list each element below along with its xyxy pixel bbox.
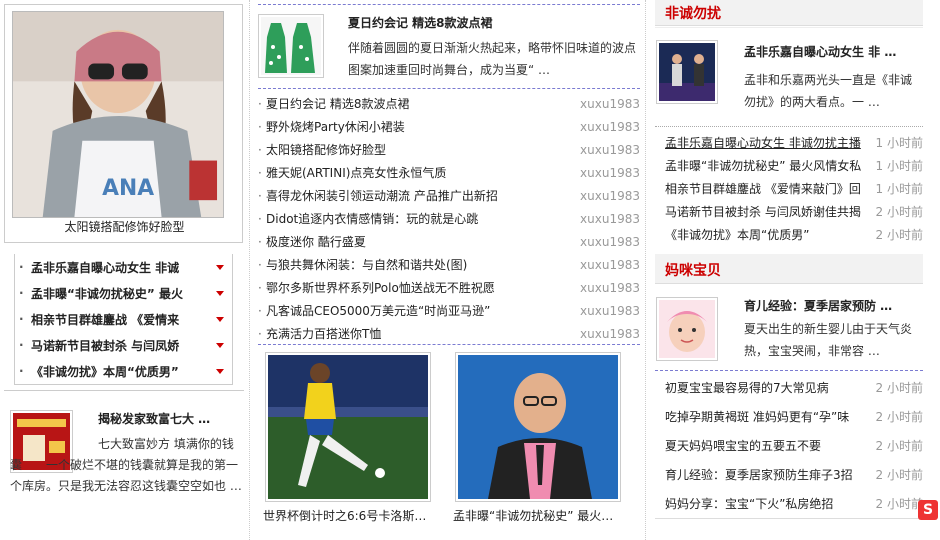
- list-item[interactable]: · 太阳镜搭配修饰好脸型 xuxu1983: [258, 138, 640, 161]
- article-summary: 伴随着圆圆的夏日渐渐火热起来，略带怀旧味道的波点图案加速重回时尚舞台，成为当夏“…: [348, 41, 637, 77]
- feature-caption[interactable]: 太阳镜搭配修饰好脸型: [5, 218, 244, 235]
- photo-football[interactable]: [265, 352, 431, 502]
- list-item[interactable]: 相亲节目群雄鏖战 《爱情来敲门》回 1 小时前: [655, 177, 923, 200]
- list-item[interactable]: · Didot追逐内衣情感情销：玩的就是心跳 xuxu1983: [258, 207, 640, 230]
- column-separator: [249, 0, 250, 540]
- list-item[interactable]: 孟非曝“非诚勿扰秘史” 最火风情女私 1 小时前: [655, 154, 923, 177]
- list-item[interactable]: · 鄂尔多斯世界杯系列Polo恤送战无不胜祝愿 xuxu1983: [258, 276, 640, 299]
- list-item[interactable]: · 喜得龙休闲装引领运动潮流 产品推广出新招 xuxu1983: [258, 184, 640, 207]
- list-item[interactable]: 妈妈分享：宝宝“下火”私房绝招 2 小时前: [655, 489, 923, 518]
- list-item[interactable]: · 马诺新节目被封杀 与闫凤娇: [15, 332, 232, 358]
- section-title[interactable]: 妈咪宝贝: [665, 260, 721, 280]
- section-title[interactable]: 非诚勿扰: [665, 3, 721, 23]
- dropdown-arrow-icon[interactable]: [216, 342, 224, 348]
- article-summary: 七大致富妙方 填满你的钱囊 一个破烂不堪的钱囊就算是我的第一个库房。只是我无法容…: [10, 437, 242, 493]
- list-item[interactable]: 马诺新节目被封杀 与闫凤娇谢佳共揭 2 小时前: [655, 200, 923, 223]
- list-item[interactable]: · 相亲节目群雄鏖战 《爱情来: [15, 306, 232, 332]
- section-header-feicheng: 非诚勿扰: [655, 0, 923, 26]
- divider: [4, 390, 244, 391]
- feature-photo-sunglasses[interactable]: ANA: [12, 11, 224, 218]
- article-title[interactable]: 揭秘发家致富七大 …: [98, 410, 238, 427]
- list-item[interactable]: · 孟非曝“非诚勿扰秘史” 最火: [15, 280, 232, 306]
- article-list: 初夏宝宝最容易得的7大常见病 2 小时前 吃掉孕期黄褐斑 准妈妈更有“孕”味 2 小…: [655, 373, 923, 518]
- photo-caption[interactable]: 孟非曝“非诚勿扰秘史” 最火…: [453, 507, 623, 524]
- article-thumbnail-baby[interactable]: [656, 297, 718, 361]
- dropdown-arrow-icon[interactable]: [216, 290, 224, 296]
- article-title[interactable]: 孟非乐嘉自曝心动女生 非 …: [744, 43, 914, 60]
- article-title[interactable]: 夏日约会记 精选8款波点裙: [348, 14, 493, 31]
- article-thumbnail-stage[interactable]: [656, 40, 718, 104]
- list-item[interactable]: 孟非乐嘉自曝心动女生 非诚勿扰主播 1 小时前: [655, 131, 923, 154]
- list-item[interactable]: · 孟非乐嘉自曝心动女生 非诚: [15, 254, 232, 280]
- divider: [655, 126, 923, 127]
- divider: [655, 370, 923, 371]
- dropdown-arrow-icon[interactable]: [216, 368, 224, 374]
- list-item[interactable]: 夏天妈妈喂宝宝的五要五不要 2 小时前: [655, 431, 923, 460]
- list-item[interactable]: · 凡客诚品CEO5000万美元造“时尚亚马逊” xuxu1983: [258, 299, 640, 322]
- column-separator: [645, 0, 646, 540]
- list-item[interactable]: · 夏日约会记 精选8款波点裙 xuxu1983: [258, 92, 640, 115]
- svg-text:ANA: ANA: [102, 176, 154, 201]
- divider: [258, 4, 640, 5]
- photo-host[interactable]: [455, 352, 621, 502]
- article-summary: 夏天出生的新生婴儿由于天气炎热，宝宝哭闹，非常容 …: [744, 322, 913, 358]
- article-thumbnail-dress[interactable]: [258, 14, 324, 78]
- section-header-mami: 妈咪宝贝: [655, 254, 923, 284]
- photo-caption[interactable]: 世界杯倒计时之6:6号卡洛斯…: [263, 507, 433, 524]
- divider: [258, 344, 640, 345]
- list-item[interactable]: 《非诚勿扰》本周“优质男” 2 小时前: [655, 223, 923, 246]
- list-item[interactable]: · 野外烧烤Party休闲小裙装 xuxu1983: [258, 115, 640, 138]
- article-list: · 夏日约会记 精选8款波点裙 xuxu1983 · 野外烧烤Party休闲小裙装 xu…: [258, 92, 640, 345]
- list-item[interactable]: · 与狼共舞休闲装：与自然和谐共处(图) xuxu1983: [258, 253, 640, 276]
- divider: [258, 88, 640, 89]
- article-summary: 孟非和乐嘉两光头一直是《非诚勿扰》的两大看点。一 …: [744, 73, 913, 109]
- list-item[interactable]: 吃掉孕期黄褐斑 准妈妈更有“孕”味 2 小时前: [655, 402, 923, 431]
- list-item[interactable]: · 《非诚勿扰》本周“优质男”: [15, 358, 232, 384]
- left-feature-box: ANA 太阳镜搭配修饰好脸型: [4, 4, 243, 243]
- list-item[interactable]: · 充满活力百搭迷你T恤 xuxu1983: [258, 322, 640, 345]
- dropdown-arrow-icon[interactable]: [216, 264, 224, 270]
- article-list: 孟非乐嘉自曝心动女生 非诚勿扰主播 1 小时前 孟非曝“非诚勿扰秘史” 最火风情女…: [655, 131, 923, 246]
- list-item[interactable]: 育儿经验：夏季居家预防生痱子3招 2 小时前: [655, 460, 923, 489]
- article-title[interactable]: 育儿经验：夏季居家预防 …: [744, 297, 914, 314]
- sohu-logo-icon[interactable]: S: [918, 500, 938, 520]
- left-headline-list: · 孟非乐嘉自曝心动女生 非诚 · 孟非曝“非诚勿扰秘史” 最火 · 相亲节目群雄鏖战…: [14, 254, 233, 385]
- dropdown-arrow-icon[interactable]: [216, 316, 224, 322]
- list-item[interactable]: 初夏宝宝最容易得的7大常见病 2 小时前: [655, 373, 923, 402]
- list-item[interactable]: · 极度迷你 酷行盛夏 xuxu1983: [258, 230, 640, 253]
- list-item[interactable]: · 雅天妮(ARTINI)点亮女性永恒气质 xuxu1983: [258, 161, 640, 184]
